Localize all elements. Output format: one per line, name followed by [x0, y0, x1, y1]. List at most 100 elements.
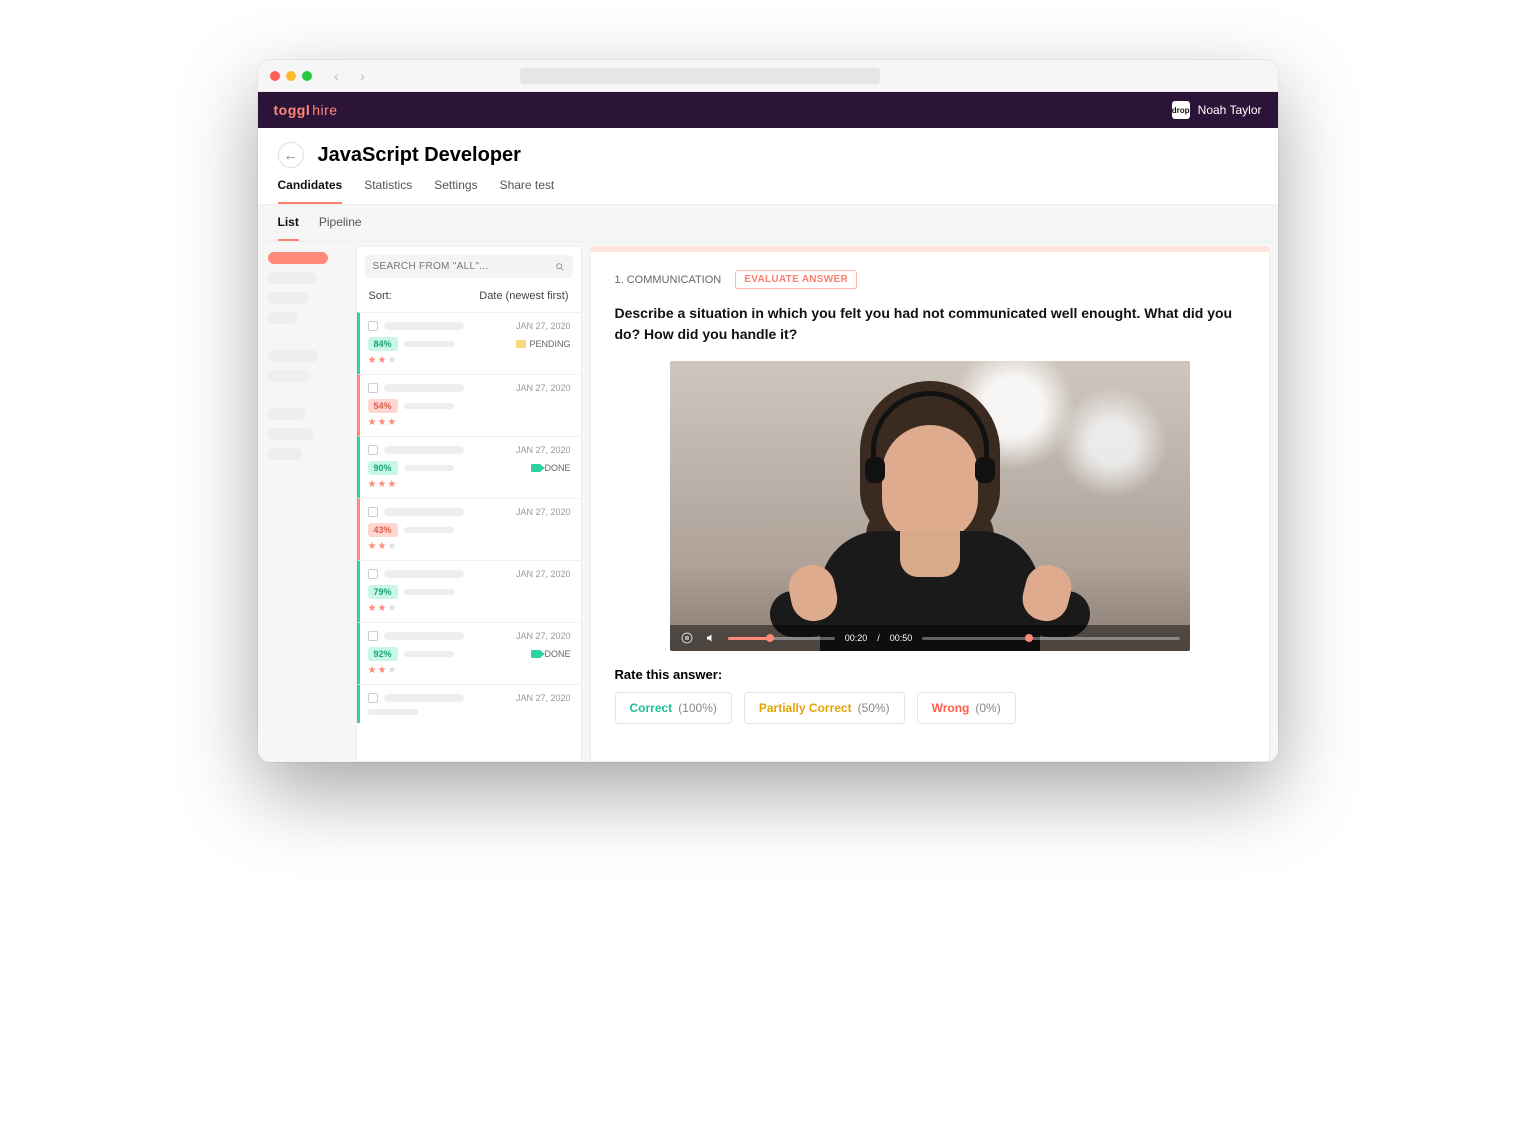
rate-option-label: Correct — [630, 701, 673, 715]
candidate-date: JAN 27, 2020 — [516, 383, 571, 393]
filter-pill[interactable] — [268, 428, 314, 440]
address-bar[interactable] — [520, 68, 880, 84]
user-menu[interactable]: drop Noah Taylor — [1172, 101, 1262, 119]
candidate-row[interactable]: JAN 27, 202054%★★★ — [357, 374, 581, 436]
candidate-name-placeholder — [384, 384, 464, 392]
rate-option-label: Wrong — [932, 701, 970, 715]
candidate-stars: ★★★ — [368, 603, 571, 614]
filter-pill[interactable] — [268, 292, 308, 304]
volume-button[interactable] — [704, 631, 718, 645]
rate-correct-button[interactable]: Correct (100%) — [615, 692, 732, 724]
app-bar: togglhire drop Noah Taylor — [258, 92, 1278, 128]
candidate-row[interactable]: JAN 27, 202084%PENDING★★★ — [357, 312, 581, 374]
candidate-list: JAN 27, 202084%PENDING★★★ JAN 27, 2020 54%… — [357, 312, 581, 761]
candidate-checkbox[interactable] — [368, 445, 378, 455]
subtabs: List Pipeline — [258, 205, 1278, 242]
tab-candidates[interactable]: Candidates — [278, 178, 343, 204]
video-icon — [531, 650, 541, 658]
candidate-status: DONE — [544, 649, 570, 659]
tab-settings[interactable]: Settings — [434, 178, 477, 204]
tab-share-test[interactable]: Share test — [500, 178, 555, 204]
candidate-stars: ★★★ — [368, 355, 571, 366]
candidate-date: JAN 27, 2020 — [516, 507, 571, 517]
nav-back-button[interactable]: ‹ — [328, 67, 346, 85]
video-player[interactable]: 00:20 / 00:50 — [670, 361, 1190, 651]
candidate-checkbox[interactable] — [368, 693, 378, 703]
app-window: ‹ › togglhire drop Noah Taylor ← JavaScr… — [258, 60, 1278, 762]
candidate-name-placeholder — [384, 632, 464, 640]
candidate-checkbox[interactable] — [368, 383, 378, 393]
candidate-row[interactable]: JAN 27, 202079%★★★ — [357, 560, 581, 622]
candidate-checkbox[interactable] — [368, 507, 378, 517]
candidate-row[interactable]: JAN 27, 2020 43% ★★★ — [357, 498, 581, 560]
sort-row: Sort: Date (newest first) — [357, 286, 581, 312]
back-button[interactable]: ← — [278, 142, 304, 168]
brand-logo-secondary: hire — [312, 102, 337, 118]
candidate-status: DONE — [544, 463, 570, 473]
candidate-bar — [404, 341, 454, 347]
candidate-date: JAN 27, 2020 — [516, 631, 571, 641]
question-text: Describe a situation in which you felt y… — [615, 303, 1245, 345]
fullscreen-icon[interactable] — [302, 71, 312, 81]
candidate-row[interactable]: JAN 27, 202090%DONE★★★ — [357, 436, 581, 498]
subtab-pipeline[interactable]: Pipeline — [319, 215, 362, 241]
candidate-bar — [404, 465, 454, 471]
filter-pill[interactable] — [268, 272, 316, 284]
candidate-name-placeholder — [384, 694, 464, 702]
filter-pill[interactable] — [268, 448, 302, 460]
brand-logo[interactable]: togglhire — [274, 102, 338, 118]
candidate-name-placeholder — [384, 322, 464, 330]
pending-icon — [516, 340, 526, 348]
candidate-stars: ★★★ — [368, 479, 571, 490]
pause-button[interactable] — [680, 631, 694, 645]
candidate-name-placeholder — [384, 570, 464, 578]
candidate-name-placeholder — [384, 446, 464, 454]
sort-label: Sort: — [369, 290, 392, 302]
filter-pill[interactable] — [268, 370, 310, 382]
nav-forward-button[interactable]: › — [354, 67, 372, 85]
candidate-score: 54% — [368, 399, 398, 413]
sort-value[interactable]: Date (newest first) — [479, 290, 568, 302]
rate-option-label: Partially Correct — [759, 701, 852, 715]
candidate-checkbox[interactable] — [368, 321, 378, 331]
filter-pill-active[interactable] — [268, 252, 328, 264]
candidate-bar — [404, 527, 454, 533]
rate-option-pct: (50%) — [858, 701, 890, 715]
candidate-row[interactable]: JAN 27, 2020 92% DONE ★★★ — [357, 622, 581, 684]
close-icon[interactable] — [270, 71, 280, 81]
question-header: 1. COMMUNICATION EVALUATE ANSWER — [615, 270, 1245, 289]
video-time-total: 00:50 — [890, 633, 913, 643]
candidate-row[interactable]: JAN 27, 2020 — [357, 684, 581, 723]
rate-partial-button[interactable]: Partially Correct (50%) — [744, 692, 905, 724]
candidate-checkbox[interactable] — [368, 569, 378, 579]
candidate-stars: ★★★ — [368, 541, 571, 552]
search-placeholder: SEARCH FROM "ALL"... — [373, 261, 489, 272]
filter-pill[interactable] — [268, 312, 298, 324]
search-input[interactable]: SEARCH FROM "ALL"... — [365, 255, 573, 278]
titlebar: ‹ › — [258, 60, 1278, 92]
subtab-list[interactable]: List — [278, 215, 299, 241]
candidate-score: 92% — [368, 647, 398, 661]
filter-pill[interactable] — [268, 350, 318, 362]
search-icon — [555, 262, 565, 272]
question-category: 1. COMMUNICATION — [615, 274, 722, 286]
seek-bar[interactable] — [728, 637, 835, 640]
candidate-date: JAN 27, 2020 — [516, 693, 571, 703]
rate-option-pct: (100%) — [678, 701, 717, 715]
candidate-name-placeholder — [384, 508, 464, 516]
candidate-stars: ★★★ — [368, 665, 571, 676]
filter-pill[interactable] — [268, 408, 306, 420]
rate-wrong-button[interactable]: Wrong (0%) — [917, 692, 1016, 724]
seek-bar-remaining[interactable] — [922, 637, 1179, 640]
rate-options: Correct (100%) Partially Correct (50%) Wrong… — [615, 692, 1245, 724]
minimize-icon[interactable] — [286, 71, 296, 81]
candidate-score: 90% — [368, 461, 398, 475]
rate-option-pct: (0%) — [975, 701, 1000, 715]
video-subject — [770, 401, 1090, 651]
candidate-score: 43% — [368, 523, 398, 537]
traffic-lights — [270, 71, 312, 81]
candidate-checkbox[interactable] — [368, 631, 378, 641]
candidate-bar — [404, 403, 454, 409]
tab-statistics[interactable]: Statistics — [364, 178, 412, 204]
video-time-elapsed: 00:20 — [845, 633, 868, 643]
